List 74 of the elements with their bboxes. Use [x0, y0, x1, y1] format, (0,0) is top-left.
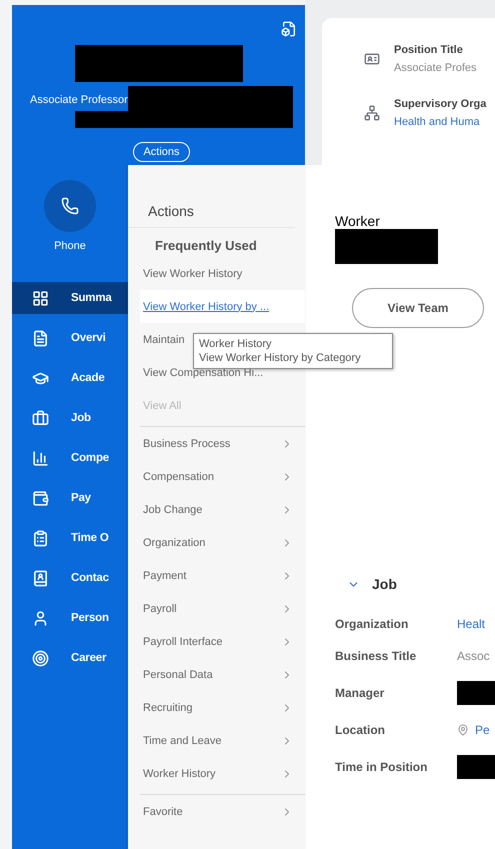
id-card-icon	[364, 51, 380, 67]
document-icon	[32, 330, 49, 346]
submenu-item[interactable]: Payroll Interface	[140, 625, 305, 658]
nav-item[interactable]: Person	[12, 602, 128, 634]
grid-icon	[32, 290, 49, 306]
phone-button[interactable]	[44, 180, 96, 232]
field-label: Time in Position	[335, 760, 428, 774]
submenu-label: Favorite	[143, 806, 183, 818]
field-link[interactable]: Pe	[475, 723, 490, 737]
card-link[interactable]: Health and Huma	[394, 116, 486, 128]
submenu-item[interactable]: Compensation	[140, 460, 305, 493]
nav-item[interactable]: Acade	[12, 362, 128, 394]
submenu-label: Personal Data	[143, 668, 213, 680]
submenu-item[interactable]: Job Change	[140, 493, 305, 526]
nav-item[interactable]: Job	[12, 402, 128, 434]
nav-item[interactable]: Compe	[12, 442, 128, 474]
view-team-button[interactable]: View Team	[352, 288, 484, 328]
nav-item[interactable]: Summa	[12, 282, 128, 314]
nav-item[interactable]: Career	[12, 642, 128, 674]
submenu-item[interactable]: Personal Data	[140, 658, 305, 691]
menu-title: Actions	[128, 165, 295, 228]
target-icon	[32, 650, 49, 666]
submenu-label: Organization	[143, 536, 206, 548]
person-icon	[32, 610, 49, 626]
menu-heading: Frequently Used	[154, 237, 258, 255]
submenu-item[interactable]: Organization	[140, 526, 305, 559]
submenu-label: Payroll Interface	[143, 636, 222, 648]
nav-item[interactable]: Pay	[12, 482, 128, 514]
card-label: Supervisory Orga	[394, 98, 486, 110]
field-label: Business Title	[335, 649, 418, 663]
submenu-item[interactable]: Payroll	[140, 592, 305, 625]
card-value: Associate Profes	[394, 62, 477, 74]
card-label: Position Title	[394, 44, 464, 56]
submenu-item[interactable]: Time and Leave	[140, 724, 305, 757]
field-label: Location	[335, 723, 386, 737]
field-label: Organization	[335, 617, 410, 631]
bar-chart-icon	[32, 450, 49, 466]
profile-subtitle: Associate Professor	[30, 94, 128, 106]
field-link[interactable]: Healt	[457, 617, 495, 631]
submenu-label: Time and Leave	[143, 734, 222, 746]
field-value: Assoc	[457, 649, 491, 663]
wallet-icon	[32, 490, 49, 506]
menu-item[interactable]: View Worker History	[140, 257, 305, 290]
submenu-label: Payment	[143, 570, 186, 582]
job-section-toggle[interactable]: Job	[347, 576, 397, 592]
phone-icon	[61, 197, 79, 215]
menu-item[interactable]: View Worker History by ...	[140, 290, 305, 323]
submenu-label: Worker History	[143, 768, 216, 780]
submenu-item[interactable]: Recruiting	[140, 691, 305, 724]
org-chart-icon	[364, 105, 380, 121]
submenu-item[interactable]: Worker History	[140, 757, 305, 790]
submenu-label: Payroll	[143, 602, 177, 614]
address-book-icon	[32, 570, 49, 586]
worker-label: Worker	[335, 213, 380, 229]
submenu-label: Job Change	[143, 504, 202, 516]
briefcase-icon	[32, 410, 49, 426]
submenu-item[interactable]: Payment	[140, 559, 305, 592]
redaction-bar	[457, 681, 495, 705]
redaction-bar	[457, 755, 495, 779]
tooltip-text: View Worker History by Category	[199, 351, 362, 365]
phone-label: Phone	[54, 240, 86, 252]
tooltip-text: Worker History	[199, 337, 273, 351]
submenu-label: Business Process	[143, 438, 230, 450]
nav-item[interactable]: Contac	[12, 562, 128, 594]
clipboard-icon	[32, 530, 49, 546]
field-label: Manager	[335, 686, 386, 700]
nav-item[interactable]: Overvi	[12, 322, 128, 354]
nav-item[interactable]: Time O	[12, 522, 128, 554]
actions-button[interactable]: Actions	[133, 142, 190, 162]
submenu-item[interactable]: Business Process	[140, 427, 305, 460]
submenu-item[interactable]: Favorite	[140, 795, 305, 828]
submenu-label: Compensation	[143, 470, 214, 482]
submenu-label: Recruiting	[143, 702, 193, 714]
location-pin-icon	[457, 724, 469, 736]
